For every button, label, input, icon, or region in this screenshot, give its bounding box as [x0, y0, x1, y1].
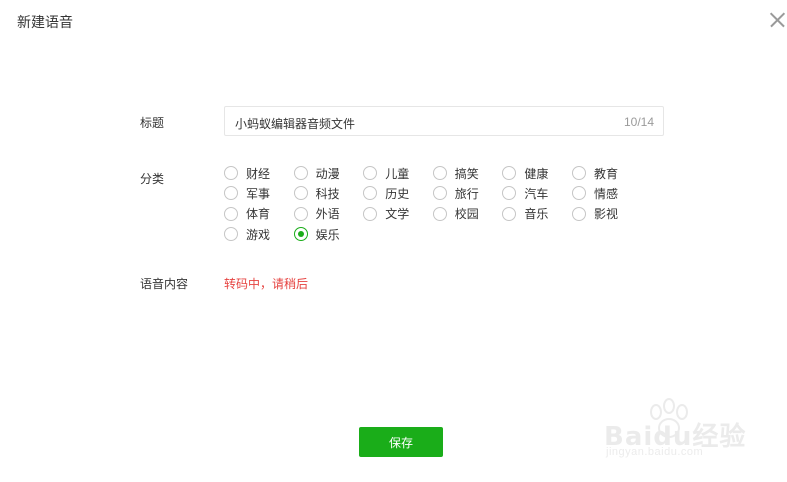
- title-input-value: 小蚂蚁编辑器音频文件: [235, 117, 356, 131]
- category-radio-1[interactable]: 动漫: [293, 163, 364, 183]
- category-radio-7[interactable]: 科技: [293, 183, 364, 203]
- category-radio-6[interactable]: 军事: [224, 183, 294, 203]
- title-label: 标题: [140, 116, 165, 130]
- category-radio-12[interactable]: 体育: [224, 204, 294, 224]
- category-radio-16[interactable]: 音乐: [502, 204, 572, 224]
- radio-circle-icon: [224, 166, 238, 181]
- category-radio-18[interactable]: 游戏: [224, 224, 294, 244]
- radio-circle-icon: [432, 186, 447, 201]
- category-radio-label: 历史: [385, 186, 410, 201]
- baidu-watermark: Baidu经验 jingyan.baidu.com: [600, 398, 750, 468]
- title-char-counter: 10/14: [623, 115, 654, 129]
- category-radio-11[interactable]: 情感: [571, 183, 642, 203]
- title-input[interactable]: 小蚂蚁编辑器音频文件 10/14: [224, 106, 664, 136]
- radio-circle-icon: [502, 186, 517, 201]
- category-radio-label: 教育: [593, 166, 618, 181]
- category-radio-10[interactable]: 汽车: [502, 183, 572, 203]
- radio-circle-icon: [571, 206, 586, 221]
- radio-circle-icon: [224, 206, 238, 221]
- radio-circle-icon: [571, 186, 586, 201]
- category-label: 分类: [140, 172, 165, 186]
- category-radio-label: 文学: [385, 207, 410, 222]
- radio-circle-icon: [224, 227, 238, 242]
- radio-circle-icon: [363, 166, 378, 181]
- category-radio-label: 科技: [315, 186, 340, 201]
- voice-content-label: 语音内容: [140, 277, 189, 291]
- watermark-url: jingyan.baidu.com: [606, 446, 704, 458]
- save-button[interactable]: 保存: [359, 427, 443, 457]
- category-radio-2[interactable]: 儿童: [363, 163, 433, 183]
- radio-circle-icon: [293, 166, 308, 181]
- radio-circle-icon: [571, 166, 586, 181]
- category-radio-14[interactable]: 文学: [363, 204, 433, 224]
- category-radio-label: 外语: [315, 207, 340, 222]
- category-radio-label: 游戏: [246, 227, 271, 242]
- category-radio-label: 军事: [246, 186, 271, 201]
- radio-circle-icon: [502, 206, 517, 221]
- category-radio-label: 动漫: [315, 166, 340, 181]
- category-radio-label: 汽车: [524, 186, 549, 201]
- category-radio-19[interactable]: 娱乐: [293, 224, 364, 244]
- category-radio-4[interactable]: 健康: [502, 163, 572, 183]
- category-radio-label: 健康: [524, 166, 549, 181]
- category-radio-5[interactable]: 教育: [571, 163, 642, 183]
- category-radio-label: 校园: [454, 207, 479, 222]
- radio-circle-icon: [432, 166, 447, 181]
- radio-circle-icon: [502, 166, 517, 181]
- category-radio-17[interactable]: 影视: [571, 204, 642, 224]
- category-radio-group: 财经 动漫 儿童 搞笑 健康 教育军事 科技 历史 旅行 汽车 情感体育 外语 文学 校园 音乐 影视游戏 娱乐: [224, 163, 642, 244]
- category-radio-label: 音乐: [524, 207, 549, 222]
- radio-circle-icon: [293, 227, 308, 242]
- radio-circle-icon: [293, 206, 308, 221]
- category-radio-label: 儿童: [385, 166, 410, 181]
- category-radio-3[interactable]: 搞笑: [432, 163, 503, 183]
- category-radio-label: 旅行: [454, 186, 479, 201]
- category-radio-9[interactable]: 旅行: [432, 183, 503, 203]
- category-radio-label: 影视: [593, 207, 618, 222]
- category-radio-0[interactable]: 财经: [224, 163, 294, 183]
- category-radio-8[interactable]: 历史: [363, 183, 433, 203]
- category-radio-label: 娱乐: [315, 227, 340, 242]
- radio-circle-icon: [363, 186, 378, 201]
- category-radio-label: 财经: [246, 166, 271, 181]
- category-radio-label: 情感: [593, 186, 618, 201]
- category-radio-15[interactable]: 校园: [432, 204, 503, 224]
- radio-circle-icon: [432, 206, 447, 221]
- close-icon[interactable]: [767, 10, 787, 30]
- category-radio-label: 体育: [246, 207, 271, 222]
- transcode-status: 转码中，请稍后: [224, 277, 309, 291]
- category-radio-13[interactable]: 外语: [293, 204, 364, 224]
- radio-circle-icon: [224, 186, 238, 201]
- category-radio-label: 搞笑: [454, 166, 479, 181]
- radio-circle-icon: [293, 186, 308, 201]
- dialog-title: 新建语音: [17, 14, 73, 30]
- radio-circle-icon: [363, 206, 378, 221]
